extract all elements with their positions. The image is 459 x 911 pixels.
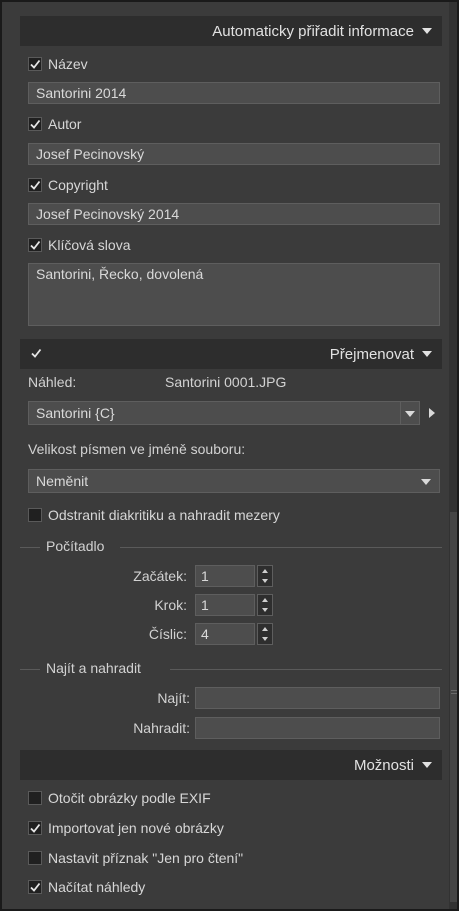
counter-group-title: Počítadlo bbox=[46, 538, 105, 554]
check-icon bbox=[30, 882, 41, 892]
divider bbox=[120, 547, 442, 548]
name-checkbox-row[interactable]: Název bbox=[28, 53, 88, 75]
check-icon bbox=[30, 240, 41, 250]
spin-up-icon[interactable] bbox=[262, 598, 268, 602]
readonly-flag-row[interactable]: Nastavit příznak "Jen pro čtení" bbox=[28, 847, 243, 869]
replace-input[interactable] bbox=[195, 717, 440, 739]
step-spinner[interactable]: 1 bbox=[195, 594, 273, 616]
keywords-label: Klíčová slova bbox=[48, 237, 131, 253]
case-value: Neměnit bbox=[36, 473, 89, 489]
spin-down-icon[interactable] bbox=[262, 579, 268, 583]
collapse-arrow-icon[interactable] bbox=[422, 351, 432, 357]
section-title: Automaticky přiřadit informace bbox=[212, 22, 414, 40]
find-replace-group-title: Najít a nahradit bbox=[46, 660, 141, 676]
replace-label: Nahradit: bbox=[133, 720, 190, 736]
case-label: Velikost písmen ve jméně souboru: bbox=[28, 441, 246, 457]
find-input[interactable] bbox=[195, 687, 440, 709]
readonly-flag-checkbox[interactable] bbox=[28, 851, 42, 865]
copyright-label: Copyright bbox=[48, 177, 108, 193]
collapse-arrow-icon[interactable] bbox=[422, 28, 432, 34]
check-icon bbox=[30, 59, 41, 69]
digits-spinner[interactable]: 4 bbox=[195, 623, 273, 645]
author-label: Autor bbox=[48, 116, 82, 132]
spin-down-icon[interactable] bbox=[262, 637, 268, 641]
import-new-checkbox[interactable] bbox=[28, 821, 42, 835]
divider bbox=[20, 669, 40, 670]
import-new-label: Importovat jen nové obrázky bbox=[48, 820, 224, 836]
digits-label: Číslic: bbox=[148, 626, 187, 642]
rename-template-dropdown-button[interactable] bbox=[400, 401, 420, 425]
keywords-field[interactable]: Santorini, Řecko, dovolená bbox=[28, 263, 440, 326]
scrollbar-thumb[interactable] bbox=[450, 512, 457, 902]
name-field[interactable]: Santorini 2014 bbox=[28, 82, 440, 104]
load-previews-row[interactable]: Načítat náhledy bbox=[28, 876, 145, 898]
check-icon bbox=[30, 180, 41, 190]
strip-diacritics-row[interactable]: Odstranit diakritiku a nahradit mezery bbox=[28, 504, 280, 526]
collapse-arrow-icon[interactable] bbox=[422, 762, 432, 768]
import-settings-panel: Automaticky přiřadit informace Název San… bbox=[0, 0, 459, 911]
section-header-auto-info[interactable]: Automaticky přiřadit informace bbox=[20, 16, 442, 46]
chevron-down-icon bbox=[405, 411, 415, 417]
name-checkbox[interactable] bbox=[28, 57, 42, 71]
spin-up-icon[interactable] bbox=[262, 627, 268, 631]
rename-template-select[interactable]: Santorini {C} bbox=[28, 401, 420, 425]
rotate-exif-checkbox[interactable] bbox=[28, 791, 42, 805]
load-previews-checkbox[interactable] bbox=[28, 880, 42, 894]
copyright-field[interactable]: Josef Pecinovský 2014 bbox=[28, 203, 440, 225]
author-checkbox[interactable] bbox=[28, 117, 42, 131]
start-value[interactable]: 1 bbox=[195, 565, 255, 587]
section-header-options[interactable]: Možnosti bbox=[20, 750, 442, 780]
rename-check-mark[interactable] bbox=[29, 346, 43, 360]
spin-down-icon[interactable] bbox=[262, 608, 268, 612]
check-icon bbox=[31, 348, 42, 358]
keywords-checkbox[interactable] bbox=[28, 238, 42, 252]
step-value[interactable]: 1 bbox=[195, 594, 255, 616]
digits-value[interactable]: 4 bbox=[195, 623, 255, 645]
divider bbox=[20, 547, 40, 548]
author-field[interactable]: Josef Pecinovský bbox=[28, 143, 440, 165]
load-previews-label: Načítat náhledy bbox=[48, 879, 146, 895]
start-spinner[interactable]: 1 bbox=[195, 565, 273, 587]
import-new-row[interactable]: Importovat jen nové obrázky bbox=[28, 817, 224, 839]
case-select[interactable]: Neměnit bbox=[28, 469, 440, 493]
readonly-flag-label: Nastavit příznak "Jen pro čtení" bbox=[48, 850, 244, 866]
step-label: Krok: bbox=[154, 597, 187, 613]
start-label: Začátek: bbox=[133, 568, 187, 584]
section-title: Možnosti bbox=[353, 756, 414, 774]
divider bbox=[170, 669, 442, 670]
check-icon bbox=[30, 119, 41, 129]
find-label: Najít: bbox=[157, 690, 190, 706]
section-title: Přejmenovat bbox=[329, 345, 414, 363]
copyright-checkbox-row[interactable]: Copyright bbox=[28, 174, 108, 196]
author-checkbox-row[interactable]: Autor bbox=[28, 113, 81, 135]
section-header-rename[interactable]: Přejmenovat bbox=[20, 339, 442, 369]
rename-enable-checkbox[interactable] bbox=[29, 346, 44, 361]
preview-label: Náhled: bbox=[28, 374, 77, 390]
spinner-buttons[interactable] bbox=[257, 623, 273, 645]
chevron-right-icon[interactable] bbox=[429, 408, 435, 418]
strip-diacritics-label: Odstranit diakritiku a nahradit mezery bbox=[48, 507, 280, 523]
copyright-checkbox[interactable] bbox=[28, 178, 42, 192]
grip-icon[interactable] bbox=[451, 690, 457, 698]
rotate-exif-row[interactable]: Otočit obrázky podle EXIF bbox=[28, 787, 211, 809]
spinner-buttons[interactable] bbox=[257, 594, 273, 616]
spin-up-icon[interactable] bbox=[262, 569, 268, 573]
rename-template-value: Santorini {C} bbox=[36, 405, 115, 421]
rotate-exif-label: Otočit obrázky podle EXIF bbox=[48, 790, 211, 806]
check-icon bbox=[30, 823, 41, 833]
chevron-down-icon bbox=[421, 479, 431, 485]
keywords-checkbox-row[interactable]: Klíčová slova bbox=[28, 234, 130, 256]
spinner-buttons[interactable] bbox=[257, 565, 273, 587]
preview-filename: Santorini 0001.JPG bbox=[165, 374, 287, 390]
name-label: Název bbox=[48, 56, 88, 72]
strip-diacritics-checkbox[interactable] bbox=[28, 508, 42, 522]
